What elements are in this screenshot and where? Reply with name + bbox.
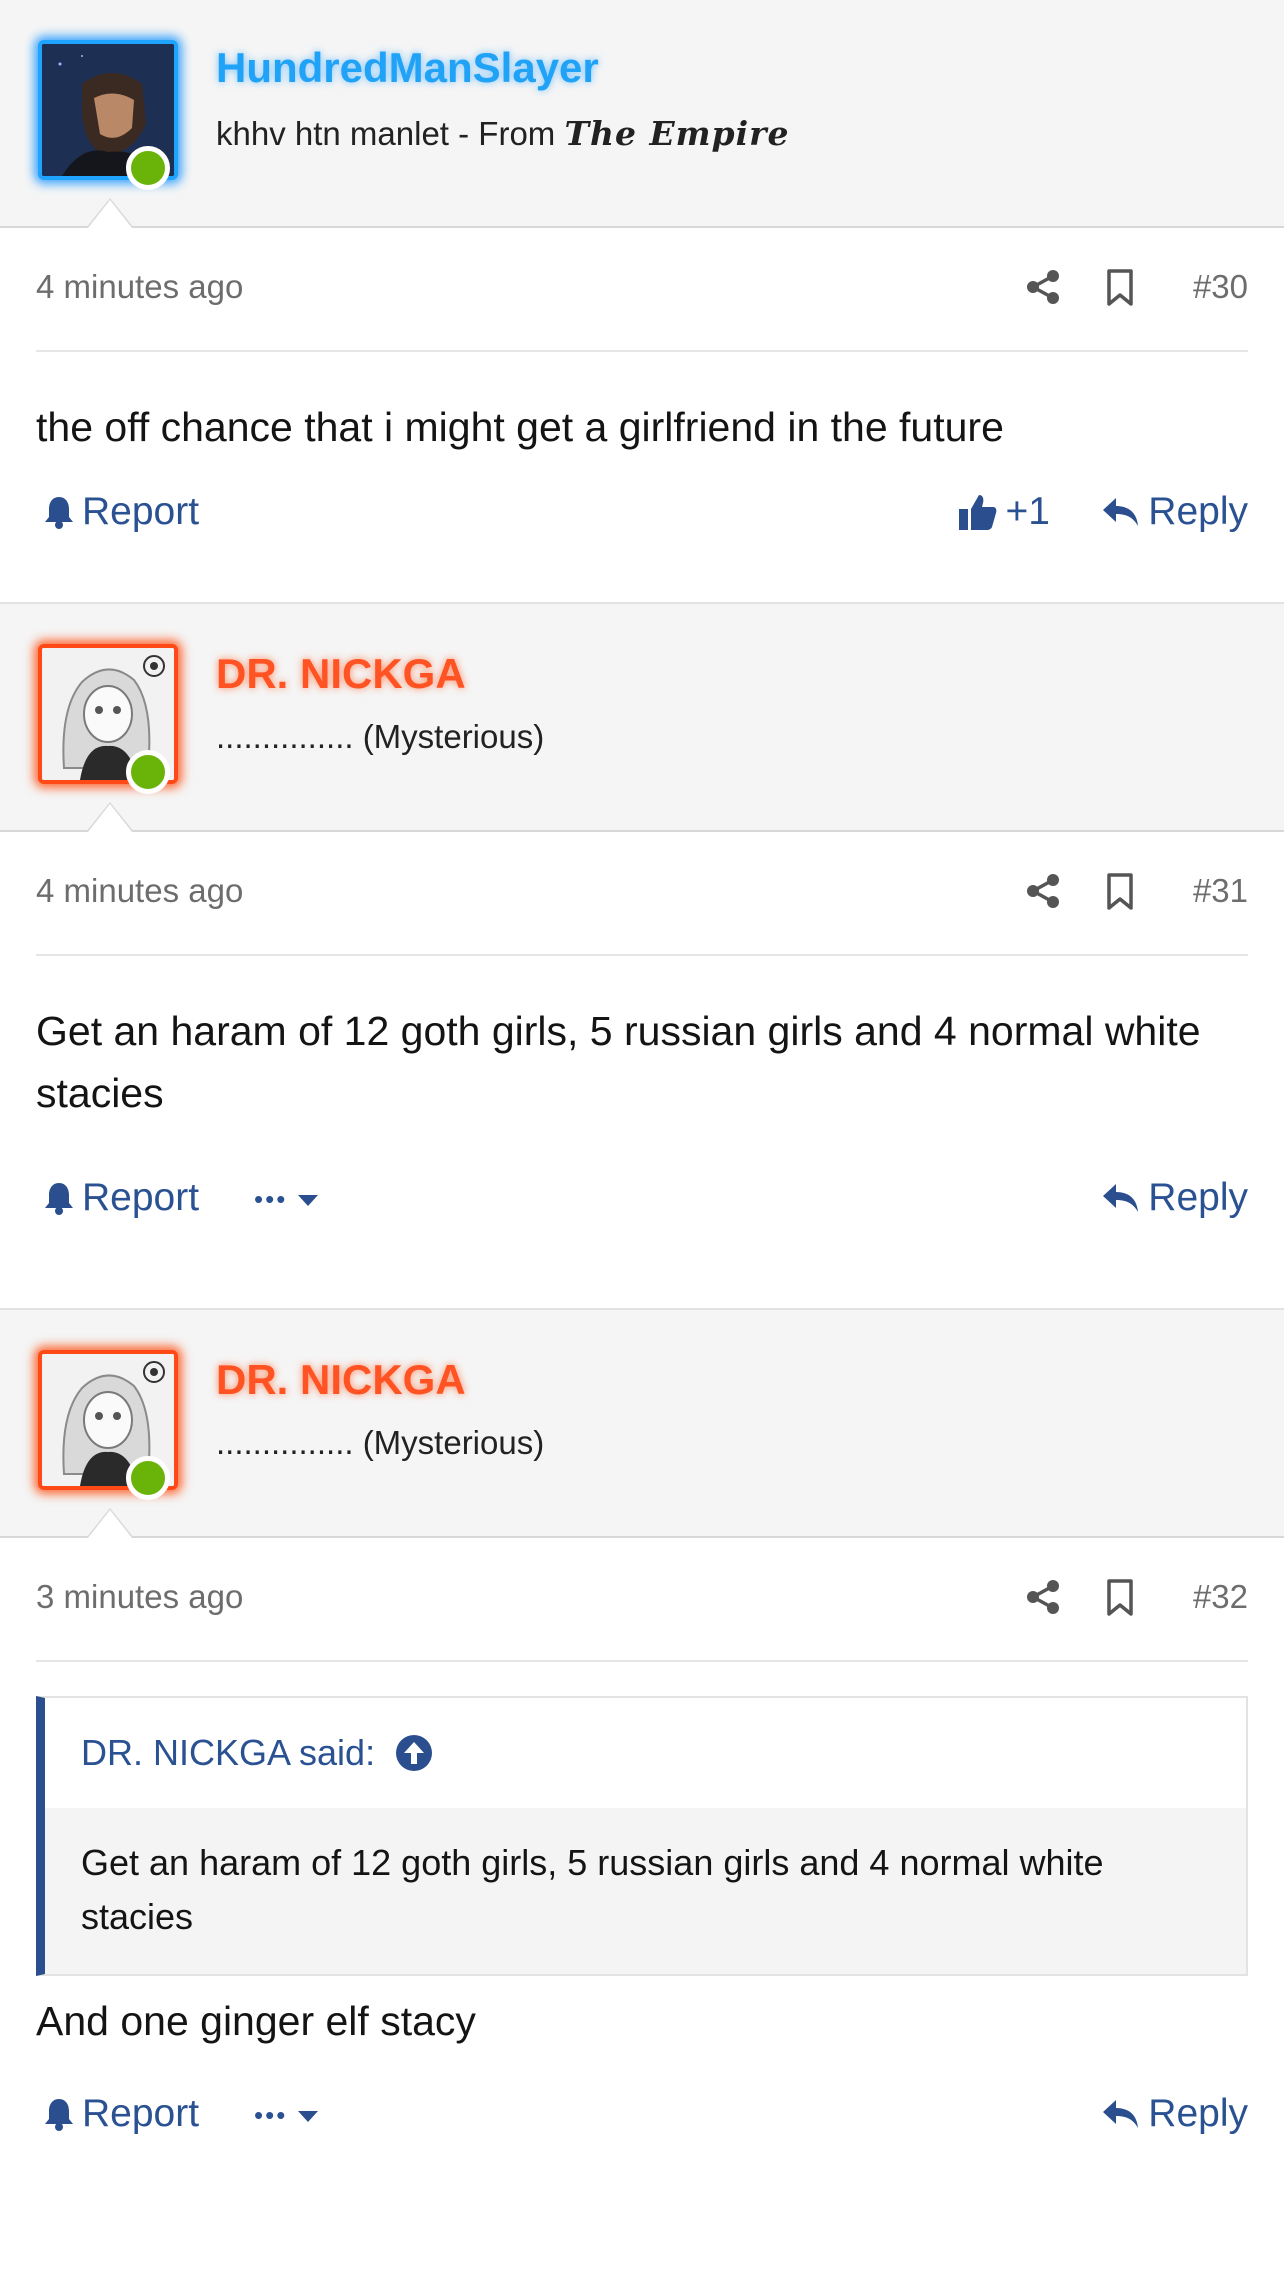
reply-button[interactable]: Reply [1102,2092,1248,2136]
post-actions: Report +1 Reply [36,458,1248,568]
header-pointer [86,802,134,832]
user-title-empire: The Empire [564,114,790,153]
report-button[interactable]: Report [44,1176,199,1220]
post-separator [0,1274,1284,1310]
reply-icon [1103,2100,1139,2128]
post-number[interactable]: #31 [1193,872,1248,910]
post-number[interactable]: #32 [1193,1578,1248,1616]
reply-icon [1103,498,1139,526]
username[interactable]: HundredManSlayer [216,44,599,92]
quote-author[interactable]: DR. NICKGA said: [81,1732,375,1774]
post-time[interactable]: 4 minutes ago [36,872,243,910]
thumbs-up-icon [958,495,996,530]
user-title: ............... (Mysterious) [216,718,545,755]
report-label: Report [82,2092,200,2135]
post-meta: 3 minutes ago #32 [36,1538,1248,1662]
post-32: DR. NICKGA ............... (Mysterious) … [0,1310,1284,2162]
post-31: DR. NICKGA ............... (Mysterious) … [0,604,1284,1254]
reply-button[interactable]: Reply [1102,490,1248,534]
post-message: And one ginger elf stacy [36,1998,476,2044]
share-icon[interactable] [1024,872,1062,910]
post-meta: 4 minutes ago #31 [36,832,1248,956]
caret-down-icon [298,2110,319,2122]
post-message: Get an haram of 12 goth girls, 5 russian… [36,1008,1201,1116]
online-indicator [126,750,170,794]
bookmark-icon[interactable] [1102,872,1138,912]
share-icon[interactable] [1024,1578,1062,1616]
more-dots: ••• [254,1184,288,1214]
report-label: Report [82,1176,200,1219]
username[interactable]: DR. NICKGA [216,650,466,698]
post-time[interactable]: 3 minutes ago [36,1578,243,1616]
post-header: DR. NICKGA ............... (Mysterious) [0,604,1284,832]
reply-button[interactable]: Reply [1102,1176,1248,1220]
report-button[interactable]: Report [44,2092,199,2136]
post-actions: Report ••• Reply [36,1124,1248,1254]
like-button[interactable]: +1 [958,490,1050,534]
caret-down-icon [298,1194,319,1206]
bookmark-icon[interactable] [1102,1578,1138,1618]
report-button[interactable]: Report [44,490,199,534]
post-separator [0,568,1284,604]
post-number[interactable]: #30 [1193,268,1248,306]
quote-header[interactable]: DR. NICKGA said: [45,1698,1246,1808]
reply-icon [1103,1184,1139,1212]
like-count: +1 [1005,490,1050,533]
bookmark-icon[interactable] [1102,268,1138,308]
quote-block: DR. NICKGA said: Get an haram of 12 goth… [36,1696,1248,1976]
arrow-up-circle-icon[interactable] [395,1734,433,1772]
reply-label: Reply [1148,490,1248,533]
post-30: HundredManSlayer khhv htn manlet - From … [0,0,1284,568]
post-meta: 4 minutes ago #30 [36,228,1248,352]
report-label: Report [82,490,200,533]
bell-icon [45,1183,73,1215]
share-icon[interactable] [1024,268,1062,306]
post-time[interactable]: 4 minutes ago [36,268,243,306]
bell-icon [45,2099,73,2131]
post-actions: Report ••• Reply [36,2052,1248,2162]
online-indicator [126,146,170,190]
more-options-button[interactable]: ••• [254,1184,327,1215]
bell-icon [45,497,73,529]
post-header: HundredManSlayer khhv htn manlet - From … [0,0,1284,228]
more-dots: ••• [254,2100,288,2130]
header-pointer [86,1508,134,1538]
user-title-prefix: khhv htn manlet - From [216,115,565,152]
reply-label: Reply [1148,2092,1248,2135]
user-title: khhv htn manlet - From The Empire [216,114,790,153]
more-options-button[interactable]: ••• [254,2100,327,2131]
post-message: the off chance that i might get a girlfr… [36,404,1004,450]
reply-label: Reply [1148,1176,1248,1219]
post-header: DR. NICKGA ............... (Mysterious) [0,1310,1284,1538]
online-indicator [126,1456,170,1500]
user-title: ............... (Mysterious) [216,1424,545,1461]
quote-text: Get an haram of 12 goth girls, 5 russian… [45,1808,1246,1974]
username[interactable]: DR. NICKGA [216,1356,466,1404]
header-pointer [86,198,134,228]
